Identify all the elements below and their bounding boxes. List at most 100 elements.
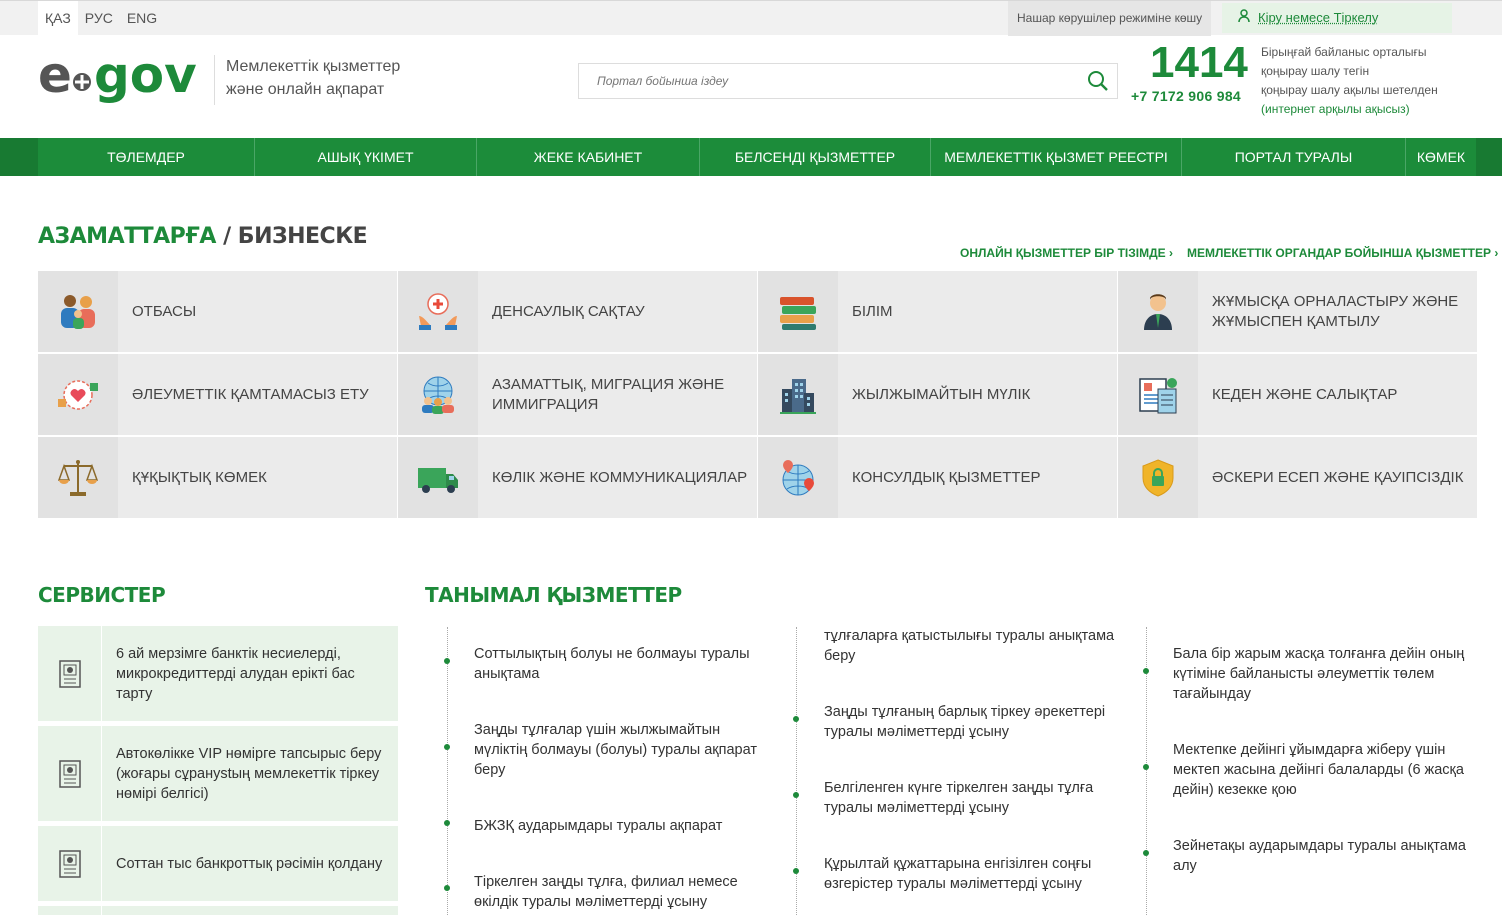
nav-right-edge (1476, 138, 1502, 176)
agency-services-label: МЕМЛЕКЕТТІК ОРГАНДАР БОЙЫНША ҚЫЗМЕТТЕР (1187, 246, 1491, 260)
popular-service-link[interactable]: Мектепке дейінгі ұйымдарға жіберу үшін м… (1173, 740, 1473, 800)
service-label: Автокөлікке VIP нөмірге тапсырыс беру (ж… (116, 745, 382, 802)
category-label: АЗАМАТТЫҚ, МИГРАЦИЯ ЖӘНЕ ИММИГРАЦИЯ (492, 375, 725, 413)
bullet-dot (1143, 850, 1149, 856)
language-switcher: ҚАЗ РУС ENG (38, 1, 164, 36)
search-input[interactable] (579, 64, 1059, 98)
popular-service-link[interactable]: БЖЗҚ аударымдары туралы ақпарат (474, 816, 774, 836)
popular-service-link[interactable]: Құрылтай құжаттарына енгізілген соңғы өз… (824, 854, 1124, 894)
document-icon (38, 626, 102, 721)
phone-info: қоңырау шалу ақылы шетелден (1261, 83, 1438, 97)
nav-about-portal[interactable]: ПОРТАЛ ТУРАЛЫ (1182, 138, 1406, 176)
bullet-dot (444, 885, 450, 891)
nav-open-government[interactable]: АШЫҚ ҮКІМЕТ (255, 138, 477, 176)
login-button[interactable]: Кіру немесе Тіркелу (1222, 3, 1452, 33)
hotline-number[interactable]: 1414 (1150, 38, 1248, 88)
category-education[interactable]: БІЛІМ (758, 271, 1117, 352)
category-label: КЕДЕН ЖӘНЕ САЛЫҚТАР (1212, 385, 1398, 403)
tab-business[interactable]: БИЗНЕСКЕ (238, 224, 368, 249)
top-bar: ҚАЗ РУС ENG Нашар көрушілер режиміне көш… (0, 0, 1502, 36)
category-consular[interactable]: КОНСУЛДЫҚ ҚЫЗМЕТТЕР (758, 437, 1117, 518)
bullet-dot (444, 820, 450, 826)
nav-personal-cabinet[interactable]: ЖЕКЕ КАБИНЕТ (477, 138, 700, 176)
lang-kaz[interactable]: ҚАЗ (38, 1, 78, 36)
nav-active-services[interactable]: БЕЛСЕНДІ ҚЫЗМЕТТЕР (700, 138, 931, 176)
category-label: ӘСКЕРИ ЕСЕП ЖӘНЕ ҚАУІПСІЗДІК (1212, 468, 1464, 486)
agency-services-link[interactable]: МЕМЛЕКЕТТІК ОРГАНДАР БОЙЫНША ҚЫЗМЕТТЕР › (1187, 246, 1498, 260)
document-icon (38, 826, 102, 901)
category-label: КОНСУЛДЫҚ ҚЫЗМЕТТЕР (852, 468, 1041, 486)
search-icon[interactable] (1087, 70, 1109, 97)
lang-eng[interactable]: ENG (120, 1, 164, 36)
popular-service-link[interactable]: Белгіленген күнге тіркелген заңды тұлға … (824, 778, 1124, 818)
contact-info: Бірыңғай байланыс орталығы қоңырау шалу … (1261, 43, 1461, 119)
books-icon (758, 271, 838, 352)
category-label: ЖЫЛЖЫМАЙТЫН МҮЛІК (852, 385, 1031, 403)
popular-service-link[interactable]: Зейнетақы аударымдары туралы анықтама ал… (1173, 836, 1473, 876)
popular-service-link[interactable]: Заңды тұлғалар үшін жылжымайтын мүліктің… (474, 720, 774, 780)
online-services-list-link[interactable]: ОНЛАЙН ҚЫЗМЕТТЕР БІР ТІЗІМДЕ › (960, 246, 1173, 260)
egov-logo[interactable]: e gov (38, 46, 208, 110)
login-link[interactable]: Кіру немесе Тіркелу (1258, 10, 1378, 25)
category-family[interactable]: ОТБАСЫ (38, 271, 397, 352)
service-item-partial[interactable] (38, 906, 398, 915)
site-tagline: Мемлекеттік қызметтер және онлайн ақпара… (214, 55, 434, 105)
svg-text:e: e (38, 48, 72, 104)
category-social[interactable]: ӘЛЕУМЕТТІК ҚАМТАМАСЫЗ ЕТУ (38, 354, 397, 435)
tab-citizens[interactable]: АЗАМАТТАРҒА (38, 224, 216, 249)
category-military[interactable]: ӘСКЕРИ ЕСЕП ЖӘНЕ ҚАУІПСІЗДІК (1118, 437, 1477, 518)
hotline-info: Бірыңғай байланыс орталығы қоңырау шалу … (1261, 45, 1427, 78)
category-legal[interactable]: ҚҰҚЫҚТЫҚ КӨМЕК (38, 437, 397, 518)
category-label: ДЕНСАУЛЫҚ САҚТАУ (492, 302, 645, 320)
lang-rus[interactable]: РУС (78, 1, 120, 36)
user-icon (1238, 4, 1250, 34)
popular-service-link[interactable]: Заңды тұлғаның барлық тіркеу әрекеттері … (824, 702, 1124, 742)
popular-service-link[interactable]: Соттылықтың болуы не болмауы туралы анық… (474, 644, 774, 684)
service-label: 6 ай мерзімге банктік несиелерді, микрок… (116, 645, 355, 702)
nav-help[interactable]: КӨМЕК (1406, 138, 1476, 176)
chevron-right-icon: › (1169, 246, 1174, 260)
popular-service-link[interactable]: Тіркелген заңды тұлға, филиал немесе өкі… (474, 872, 774, 912)
service-item[interactable]: Автокөлікке VIP нөмірге тапсырыс беру (ж… (38, 726, 398, 821)
service-item[interactable]: Соттан тыс банкроттық рәсімін қолдану (38, 826, 398, 901)
category-label: ОТБАСЫ (132, 302, 197, 320)
bullet-dot (793, 792, 799, 798)
nav-left-edge (0, 138, 38, 176)
svg-text:gov: gov (94, 48, 197, 104)
popular-col-line (447, 627, 449, 915)
category-health[interactable]: ДЕНСАУЛЫҚ САҚТАУ (398, 271, 757, 352)
bullet-dot (444, 744, 450, 750)
category-citizenship[interactable]: АЗАМАТТЫҚ, МИГРАЦИЯ ЖӘНЕ ИММИГРАЦИЯ (398, 354, 757, 435)
scales-icon (38, 437, 118, 518)
service-item[interactable]: 6 ай мерзімге банктік несиелерді, микрок… (38, 626, 398, 721)
bullet-dot (1143, 764, 1149, 770)
category-label: ЖҰМЫСҚА ОРНАЛАСТЫРУ ЖӘНЕ ЖҰМЫСПЕН ҚАМТЫЛ… (1212, 292, 1459, 330)
nav-service-registry[interactable]: МЕМЛЕКЕТТІК ҚЫЗМЕТ РЕЕСТРІ (931, 138, 1182, 176)
low-vision-link[interactable]: Нашар көрушілер режиміне көшу (1008, 1, 1212, 36)
title-separator: / (215, 224, 238, 249)
category-customs[interactable]: КЕДЕН ЖӘНЕ САЛЫҚТАР (1118, 354, 1477, 435)
customs-icon (1118, 354, 1198, 435)
bullet-dot (444, 658, 450, 664)
bullet-dot (1143, 668, 1149, 674)
category-label: ӘЛЕУМЕТТІК ҚАМТАМАСЫЗ ЕТУ (132, 385, 369, 403)
category-real-estate[interactable]: ЖЫЛЖЫМАЙТЫН МҮЛІК (758, 354, 1117, 435)
service-label: Соттан тыс банкроттық рәсімін қолдану (116, 855, 383, 872)
category-transport[interactable]: КӨЛІК ЖӘНЕ КОММУНИКАЦИЯЛАР (398, 437, 757, 518)
nav-payments[interactable]: ТӨЛЕМДЕР (38, 138, 255, 176)
service-icon-box (38, 906, 102, 915)
category-label: ҚҰҚЫҚТЫҚ КӨМЕК (132, 468, 267, 486)
document-icon (38, 726, 102, 821)
search-box (578, 63, 1118, 99)
phone-info-link[interactable]: (интернет арқылы ақысыз) (1261, 102, 1410, 116)
category-label: БІЛІМ (852, 302, 893, 320)
phone-number[interactable]: +7 7172 906 984 (1131, 88, 1241, 104)
family-icon (38, 271, 118, 352)
popular-title: ТАНЫМАЛ ҚЫЗМЕТТЕР (425, 583, 682, 607)
bullet-dot (793, 868, 799, 874)
category-employment[interactable]: ЖҰМЫСҚА ОРНАЛАСТЫРУ ЖӘНЕ ЖҰМЫСПЕН ҚАМТЫЛ… (1118, 271, 1477, 352)
shield-lock-icon (1118, 437, 1198, 518)
popular-service-link[interactable]: Бала бір жарым жасқа толғанға дейін оның… (1173, 644, 1473, 704)
popular-service-link[interactable]: тұлғаларға қатыстылығы туралы анықтама б… (824, 626, 1124, 666)
social-care-icon (38, 354, 118, 435)
